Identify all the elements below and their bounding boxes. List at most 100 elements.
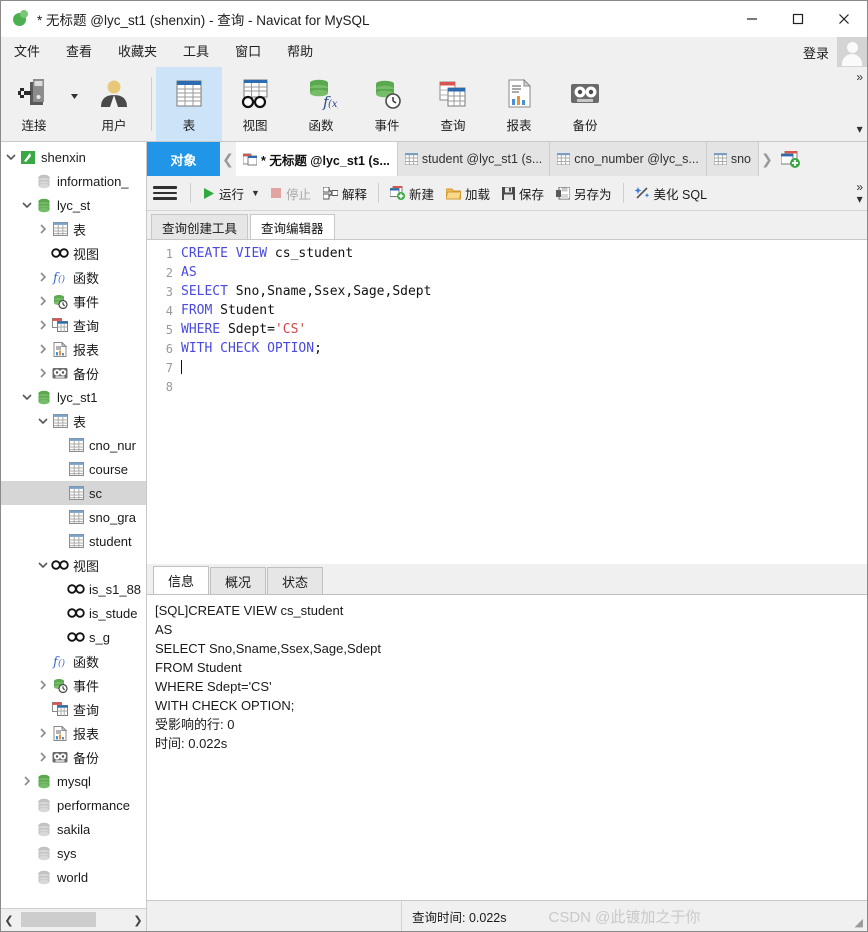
tree-item-sno_gra[interactable]: sno_gra	[1, 505, 146, 529]
menu-window[interactable]: 窗口	[222, 37, 274, 67]
menu-view[interactable]: 查看	[53, 37, 105, 67]
tree-item-事件[interactable]: 事件	[1, 673, 146, 697]
login-link[interactable]: 登录	[803, 43, 829, 62]
minimize-button[interactable]	[729, 1, 775, 37]
tree-item-报表[interactable]: 报表	[1, 337, 146, 361]
ribbon-event[interactable]: 事件	[354, 67, 420, 141]
ribbon-overflow-button[interactable]: »	[856, 71, 863, 83]
chevron-right-icon[interactable]	[35, 728, 51, 738]
chevron-down-icon[interactable]	[19, 201, 35, 209]
tree-item-函数[interactable]: f() 函数	[1, 265, 146, 289]
tab-scroll-prev[interactable]: ❮	[220, 142, 236, 176]
tree-item-备份[interactable]: 备份	[1, 361, 146, 385]
tab-scroll-next[interactable]: ❯	[759, 142, 775, 176]
tree-item-s_g[interactable]: s_g	[1, 625, 146, 649]
close-button[interactable]	[821, 1, 867, 37]
tab-student-table[interactable]: student @lyc_st1 (s...	[397, 142, 551, 176]
chevron-right-icon[interactable]	[35, 752, 51, 762]
tree-item-world[interactable]: world	[1, 865, 146, 889]
run-dropdown-caret[interactable]: ▼	[251, 188, 260, 198]
editor-line[interactable]: 6 WITH CHECK OPTION;	[147, 339, 867, 358]
load-button[interactable]: 加载	[440, 180, 496, 206]
editor-line[interactable]: 5 WHERE Sdept='CS'	[147, 320, 867, 339]
save-as-button[interactable]: 另存为	[550, 180, 618, 206]
chevron-down-icon[interactable]	[3, 153, 19, 161]
tree-item-查询[interactable]: 查询	[1, 697, 146, 721]
tree-item-shenxin[interactable]: shenxin	[1, 145, 146, 169]
ribbon-backup[interactable]: 备份	[552, 67, 618, 141]
chevron-right-icon[interactable]	[35, 680, 51, 690]
menu-tools[interactable]: 工具	[170, 37, 222, 67]
menu-favorites[interactable]: 收藏夹	[105, 37, 170, 67]
query-toolbar-more-button[interactable]: ▾	[857, 193, 863, 205]
scrollbar-thumb[interactable]	[21, 912, 96, 927]
editor-line[interactable]: 1 CREATE VIEW cs_student	[147, 244, 867, 263]
avatar[interactable]	[837, 37, 867, 67]
tree-item-sakila[interactable]: sakila	[1, 817, 146, 841]
hamburger-icon[interactable]	[153, 186, 177, 200]
tab-objects[interactable]: 对象	[147, 142, 220, 176]
ribbon-connection[interactable]: 连接	[1, 67, 67, 141]
tab-cno-number-table[interactable]: cno_number @lyc_s...	[550, 142, 707, 176]
tree-item-cno_nur[interactable]: cno_nur	[1, 433, 146, 457]
editor-line[interactable]: 8	[147, 377, 867, 396]
tree-item-表[interactable]: 表	[1, 409, 146, 433]
scroll-right-button[interactable]: ❯	[130, 910, 146, 930]
tree-item-sys[interactable]: sys	[1, 841, 146, 865]
tree-item-函数[interactable]: f() 函数	[1, 649, 146, 673]
tree-item-performance[interactable]: performance	[1, 793, 146, 817]
tree-item-information_[interactable]: information_	[1, 169, 146, 193]
tab-untitled-query[interactable]: * 无标题 @lyc_st1 (s...	[236, 142, 398, 176]
run-button[interactable]: 运行	[196, 180, 250, 206]
chevron-right-icon[interactable]	[19, 776, 35, 786]
tree-item-student[interactable]: student	[1, 529, 146, 553]
tree-item-视图[interactable]: 视图	[1, 553, 146, 577]
ribbon-table[interactable]: 表	[156, 67, 222, 141]
chevron-right-icon[interactable]	[35, 272, 51, 282]
chevron-right-icon[interactable]	[35, 320, 51, 330]
tree-item-course[interactable]: course	[1, 457, 146, 481]
new-button[interactable]: 新建	[384, 180, 440, 206]
tree-item-mysql[interactable]: mysql	[1, 769, 146, 793]
tab-info[interactable]: 信息	[153, 566, 210, 594]
sidebar-horizontal-scrollbar[interactable]: ❮ ❯	[1, 908, 146, 931]
tree-item-视图[interactable]: 视图	[1, 241, 146, 265]
chevron-down-icon[interactable]	[35, 417, 51, 425]
editor-line[interactable]: 4 FROM Student	[147, 301, 867, 320]
beautify-sql-button[interactable]: 美化 SQL	[629, 180, 714, 206]
editor-line[interactable]: 7	[147, 358, 867, 377]
scroll-left-button[interactable]: ❮	[1, 910, 17, 930]
tab-query-builder[interactable]: 查询创建工具	[151, 214, 249, 239]
ribbon-view[interactable]: 视图	[222, 67, 288, 141]
chevron-down-icon[interactable]	[19, 393, 35, 401]
tree-item-lyc_st[interactable]: lyc_st	[1, 193, 146, 217]
tab-profile[interactable]: 概况	[210, 567, 267, 594]
chevron-right-icon[interactable]	[35, 344, 51, 354]
connection-dropdown-caret[interactable]	[67, 67, 81, 141]
tab-status[interactable]: 状态	[267, 567, 324, 594]
tree-item-is_s1_88[interactable]: is_s1_88	[1, 577, 146, 601]
menu-help[interactable]: 帮助	[274, 37, 326, 67]
save-button[interactable]: 保存	[496, 180, 550, 206]
tree-item-is_stude[interactable]: is_stude	[1, 601, 146, 625]
chevron-right-icon[interactable]	[35, 296, 51, 306]
editor-line[interactable]: 3 SELECT Sno,Sname,Ssex,Sage,Sdept	[147, 282, 867, 301]
menu-file[interactable]: 文件	[1, 37, 53, 67]
tab-query-editor[interactable]: 查询编辑器	[250, 214, 335, 239]
ribbon-user[interactable]: 用户	[81, 67, 147, 141]
editor-line[interactable]: 2 AS	[147, 263, 867, 282]
chevron-right-icon[interactable]	[35, 368, 51, 378]
tree-item-lyc_st1[interactable]: lyc_st1	[1, 385, 146, 409]
maximize-button[interactable]	[775, 1, 821, 37]
ribbon-report[interactable]: 报表	[486, 67, 552, 141]
object-tree[interactable]: shenxin information_ lyc_st 表视图 f() 函数 事件 查询 报表备…	[1, 142, 146, 908]
ribbon-function[interactable]: f (x) 函数	[288, 67, 354, 141]
tree-item-报表[interactable]: 报表	[1, 721, 146, 745]
chevron-right-icon[interactable]	[35, 224, 51, 234]
ribbon-collapse-button[interactable]: ▾	[857, 123, 863, 135]
explain-button[interactable]: 解释	[317, 180, 373, 206]
tab-sno-table[interactable]: sno	[706, 142, 759, 176]
tree-item-sc[interactable]: sc	[1, 481, 146, 505]
chevron-down-icon[interactable]	[35, 561, 51, 569]
tree-item-事件[interactable]: 事件	[1, 289, 146, 313]
